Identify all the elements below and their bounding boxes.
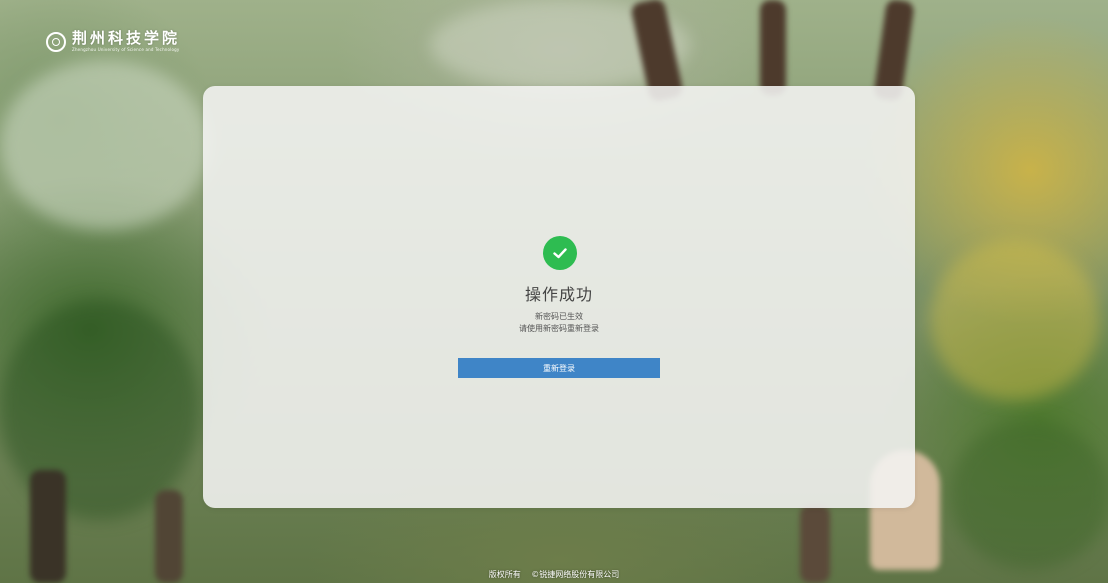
footer: 版权所有 ©锐捷网络股份有限公司 bbox=[0, 569, 1108, 580]
password-reset-success-page: 荆州科技学院 Zhengzhou University of Science a… bbox=[0, 0, 1108, 583]
copyright-text: 版权所有 bbox=[488, 570, 521, 579]
school-emblem-icon bbox=[46, 31, 66, 52]
status-title: 操作成功 bbox=[524, 285, 593, 304]
status-message-line1: 新密码已生效 bbox=[535, 312, 583, 321]
school-logo: 荆州科技学院 Zhengzhou University of Science a… bbox=[46, 31, 180, 52]
result-card: 操作成功 新密码已生效 请使用新密码重新登录 重新登录 bbox=[203, 86, 915, 508]
check-circle-icon bbox=[543, 236, 577, 270]
relogin-button[interactable]: 重新登录 bbox=[458, 358, 660, 378]
status-message-line2: 请使用新密码重新登录 bbox=[519, 324, 599, 333]
school-name-english: Zhengzhou University of Science and Tech… bbox=[72, 47, 180, 52]
company-text: ©锐捷网络股份有限公司 bbox=[531, 570, 620, 579]
school-name: 荆州科技学院 bbox=[72, 29, 181, 47]
